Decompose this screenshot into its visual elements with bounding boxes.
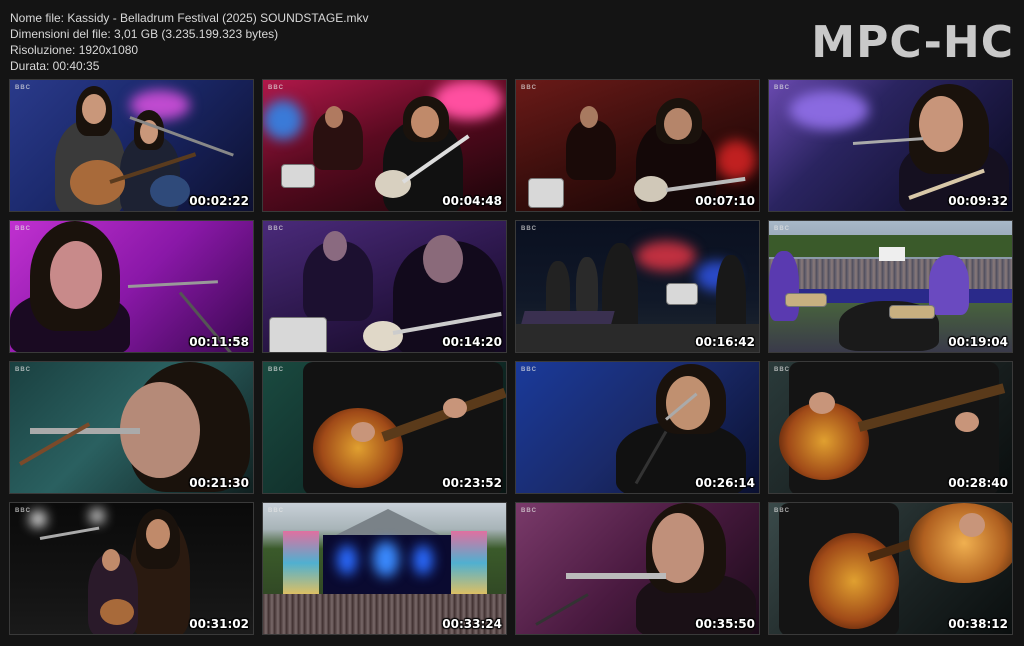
- file-name: Nome file: Kassidy - Belladrum Festival …: [10, 11, 369, 25]
- timestamp: 00:16:42: [695, 335, 755, 349]
- thumbnail: BBC 00:14:20: [262, 220, 507, 353]
- timestamp: 00:04:48: [442, 194, 502, 208]
- timestamp: 00:02:22: [189, 194, 249, 208]
- thumbnail: BBC 00:23:52: [262, 361, 507, 494]
- bbc-watermark: BBC: [15, 226, 31, 232]
- timestamp: 00:31:02: [189, 617, 249, 631]
- video-frame: [263, 221, 506, 352]
- bbc-watermark: BBC: [268, 508, 284, 514]
- timestamp: 00:33:24: [442, 617, 502, 631]
- video-frame: [10, 80, 253, 211]
- bbc-watermark: BBC: [521, 226, 537, 232]
- timestamp: 00:07:10: [695, 194, 755, 208]
- bbc-watermark: BBC: [521, 508, 537, 514]
- video-frame: [10, 362, 253, 493]
- video-frame: [516, 221, 759, 352]
- thumbnail: BBC 00:02:22: [9, 79, 254, 212]
- video-frame: [516, 503, 759, 634]
- timestamp: 00:35:50: [695, 617, 755, 631]
- thumbnail: BBC 00:16:42: [515, 220, 760, 353]
- video-frame: [10, 221, 253, 352]
- video-frame: [769, 503, 1012, 634]
- timestamp: 00:26:14: [695, 476, 755, 490]
- bbc-watermark: BBC: [521, 367, 537, 373]
- thumbnail: BBC 00:04:48: [262, 79, 507, 212]
- video-frame: [263, 80, 506, 211]
- timestamp: 00:14:20: [442, 335, 502, 349]
- thumbnail: BBC 00:31:02: [9, 502, 254, 635]
- app-logo: MPC-HC: [811, 17, 1014, 68]
- bbc-watermark: BBC: [15, 85, 31, 91]
- duration: Durata: 00:40:35: [10, 59, 100, 73]
- bbc-watermark: BBC: [521, 85, 537, 91]
- timestamp: 00:28:40: [948, 476, 1008, 490]
- bbc-watermark: BBC: [774, 367, 790, 373]
- bbc-watermark: BBC: [268, 367, 284, 373]
- thumbnail: BBC 00:26:14: [515, 361, 760, 494]
- thumbnail: BBC 00:07:10: [515, 79, 760, 212]
- bbc-watermark: BBC: [15, 508, 31, 514]
- video-frame: [769, 80, 1012, 211]
- bbc-watermark: BBC: [774, 85, 790, 91]
- video-frame: [263, 503, 506, 634]
- thumbnail: BBC 00:38:12: [768, 502, 1013, 635]
- bbc-watermark: BBC: [15, 367, 31, 373]
- timestamp: 00:11:58: [189, 335, 249, 349]
- file-info: Nome file: Kassidy - Belladrum Festival …: [10, 10, 369, 74]
- video-frame: [516, 362, 759, 493]
- thumbnail: BBC 00:33:24: [262, 502, 507, 635]
- bbc-watermark: BBC: [774, 508, 790, 514]
- video-frame: [769, 362, 1012, 493]
- file-size: Dimensioni del file: 3,01 GB (3.235.199.…: [10, 27, 279, 41]
- video-frame: [263, 362, 506, 493]
- bbc-watermark: BBC: [268, 85, 284, 91]
- bbc-watermark: BBC: [268, 226, 284, 232]
- video-frame: [769, 221, 1012, 352]
- bbc-watermark: BBC: [774, 226, 790, 232]
- thumbnail-grid: BBC 00:02:22 BBC 00:04:48 BBC 00:07:10 B…: [9, 79, 1013, 635]
- thumbnail: BBC 00:09:32: [768, 79, 1013, 212]
- video-frame: [10, 503, 253, 634]
- timestamp: 00:09:32: [948, 194, 1008, 208]
- thumbnail: BBC 00:35:50: [515, 502, 760, 635]
- thumbnail: BBC 00:11:58: [9, 220, 254, 353]
- timestamp: 00:38:12: [948, 617, 1008, 631]
- timestamp: 00:19:04: [948, 335, 1008, 349]
- timestamp: 00:21:30: [189, 476, 249, 490]
- timestamp: 00:23:52: [442, 476, 502, 490]
- thumbnail: BBC 00:28:40: [768, 361, 1013, 494]
- thumbnail: BBC 00:19:04: [768, 220, 1013, 353]
- thumbnail: BBC 00:21:30: [9, 361, 254, 494]
- video-frame: [516, 80, 759, 211]
- resolution: Risoluzione: 1920x1080: [10, 43, 139, 57]
